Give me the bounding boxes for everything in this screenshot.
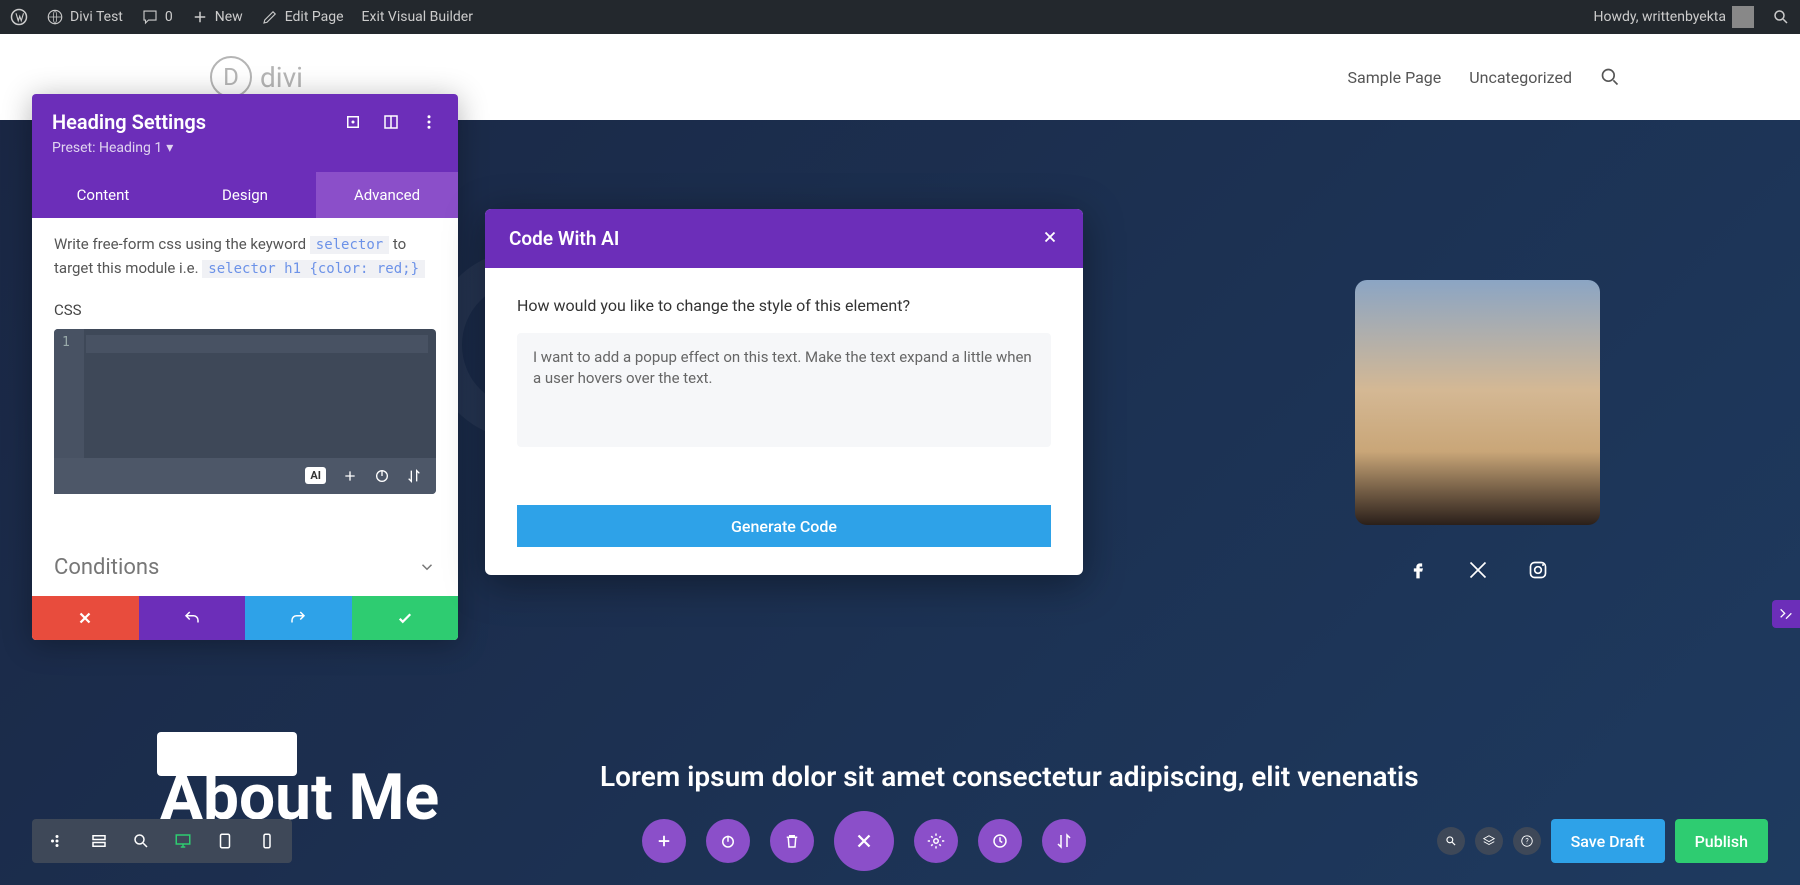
history-icon[interactable] [978, 819, 1022, 863]
divi-logo[interactable]: Ddivi [210, 56, 303, 98]
search-icon[interactable] [1772, 8, 1790, 26]
redo-button[interactable] [245, 596, 352, 640]
generate-code-button[interactable]: Generate Code [517, 505, 1051, 547]
wireframe-icon[interactable] [78, 819, 120, 863]
builder-actions [642, 811, 1086, 871]
menu-icon[interactable] [36, 819, 78, 863]
preset-selector[interactable]: Preset: Heading 1▾ [52, 140, 438, 156]
site-name[interactable]: Divi Test [46, 8, 123, 26]
gear-icon[interactable] [914, 819, 958, 863]
conditions-accordion[interactable]: Conditions [54, 539, 436, 596]
builder-bottom-bar: ? Save Draft Publish [32, 819, 1768, 863]
nav-item[interactable]: Uncategorized [1469, 68, 1572, 87]
expand-icon[interactable] [344, 113, 362, 131]
edit-page[interactable]: Edit Page [261, 8, 344, 26]
layers-icon[interactable] [1475, 827, 1503, 855]
close-button[interactable] [1041, 228, 1059, 250]
css-hint: Write free-form css using the keyword se… [54, 232, 436, 281]
zoom-icon[interactable] [120, 819, 162, 863]
tab-content[interactable]: Content [32, 172, 174, 218]
exit-visual-builder[interactable]: Exit Visual Builder [362, 9, 473, 25]
panel-title: Heading Settings [52, 110, 206, 134]
heading-settings-panel: Heading Settings Preset: Heading 1▾ Cont… [32, 94, 458, 640]
primary-nav: Sample Page Uncategorized [1348, 67, 1621, 87]
save-controls: ? Save Draft Publish [1437, 819, 1768, 863]
confirm-button[interactable] [352, 596, 459, 640]
css-label: CSS [54, 301, 436, 319]
facebook-icon[interactable] [1408, 560, 1428, 580]
code-with-ai-modal: Code With AI How would you like to chang… [485, 209, 1083, 575]
howdy-user[interactable]: Howdy, writtenbyekta [1593, 6, 1754, 28]
nav-item[interactable]: Sample Page [1348, 68, 1442, 87]
about-subtext: Lorem ipsum dolor sit amet consectetur a… [600, 760, 1600, 793]
help-icon[interactable]: ? [1513, 827, 1541, 855]
publish-button[interactable]: Publish [1675, 819, 1768, 863]
ai-question: How would you like to change the style o… [517, 296, 1051, 315]
sidebar-toggle[interactable] [1772, 600, 1800, 628]
svg-text:?: ? [1525, 837, 1529, 845]
search-icon[interactable] [1600, 67, 1620, 87]
settings-tabs: Content Design Advanced [32, 172, 458, 218]
tab-design[interactable]: Design [174, 172, 316, 218]
hero-portrait-image [1355, 280, 1600, 525]
x-icon[interactable] [1468, 560, 1488, 580]
new-content[interactable]: New [191, 8, 243, 26]
chevron-down-icon [418, 558, 436, 576]
power-icon[interactable] [706, 819, 750, 863]
more-icon[interactable] [420, 113, 438, 131]
cancel-button[interactable] [32, 596, 139, 640]
tab-advanced[interactable]: Advanced [316, 172, 458, 218]
editor-active-line [86, 335, 428, 353]
undo-button[interactable] [139, 596, 246, 640]
save-draft-button[interactable]: Save Draft [1551, 819, 1665, 863]
columns-icon[interactable] [382, 113, 400, 131]
comments[interactable]: 0 [141, 8, 173, 26]
wp-logo[interactable] [10, 8, 28, 26]
sort-icon[interactable] [1042, 819, 1086, 863]
mobile-icon[interactable] [246, 819, 288, 863]
tablet-icon[interactable] [204, 819, 246, 863]
social-icons [1355, 560, 1600, 580]
avatar [1732, 6, 1754, 28]
close-builder-icon[interactable] [834, 811, 894, 871]
instagram-icon[interactable] [1528, 560, 1548, 580]
css-editor[interactable]: 1 AI [54, 329, 436, 494]
ai-badge[interactable]: AI [305, 467, 326, 484]
desktop-icon[interactable] [162, 819, 204, 863]
search-icon[interactable] [1437, 827, 1465, 855]
power-icon[interactable] [374, 468, 390, 484]
sort-icon[interactable] [406, 468, 422, 484]
wp-admin-bar: Divi Test 0 New Edit Page Exit Visual Bu… [0, 0, 1800, 34]
ai-prompt-input[interactable] [517, 333, 1051, 447]
view-controls [32, 819, 292, 863]
trash-icon[interactable] [770, 819, 814, 863]
add-icon[interactable] [642, 819, 686, 863]
ai-modal-title: Code With AI [509, 227, 619, 250]
plus-icon[interactable] [342, 468, 358, 484]
